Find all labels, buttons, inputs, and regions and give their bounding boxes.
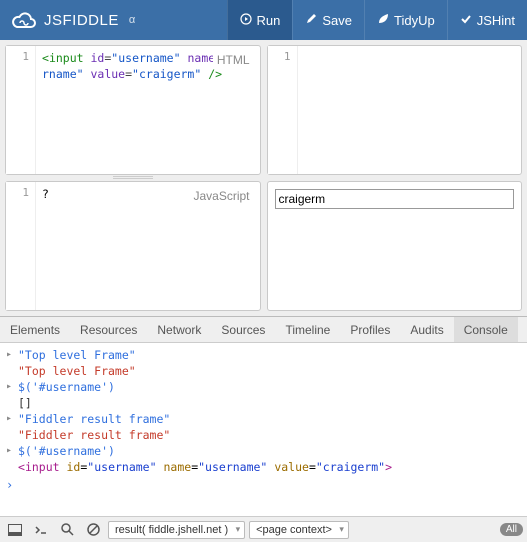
pane-drag-handle[interactable] <box>113 175 153 178</box>
console-line: "Fiddler result frame" <box>18 411 521 427</box>
tab-network[interactable]: Network <box>147 317 211 342</box>
devtools-tabs: Elements Resources Network Sources Timel… <box>0 317 527 343</box>
tab-console[interactable]: Console <box>454 317 518 342</box>
check-icon <box>460 13 472 28</box>
tab-resources[interactable]: Resources <box>70 317 147 342</box>
search-icon[interactable] <box>56 520 78 540</box>
js-gutter: 1 <box>6 182 36 310</box>
filter-badge[interactable]: All <box>500 523 523 536</box>
devtools-panel: Elements Resources Network Sources Timel… <box>0 316 527 499</box>
dock-icon[interactable] <box>4 520 26 540</box>
tab-profiles[interactable]: Profiles <box>340 317 400 342</box>
console-line: [] <box>18 395 521 411</box>
html-gutter: 1 <box>6 46 36 174</box>
brand-text: JSFIDDLE <box>44 12 119 29</box>
logo-block: JSFIDDLE α <box>0 11 147 29</box>
clear-icon[interactable] <box>82 520 104 540</box>
result-pane <box>267 181 523 311</box>
expand-icon[interactable]: ▸ <box>6 411 18 427</box>
expand-icon[interactable]: ▸ <box>6 443 18 459</box>
expand-icon[interactable]: ▸ <box>6 379 18 395</box>
toolbar: Run Save TidyUp JSHint <box>227 0 527 40</box>
js-pane-label: JavaScript <box>189 187 253 205</box>
console-prompt[interactable]: › <box>0 475 527 495</box>
tab-elements[interactable]: Elements <box>0 317 70 342</box>
context-selector[interactable]: <page context> <box>249 521 349 539</box>
username-input[interactable] <box>275 189 515 209</box>
console-line: $('#username') <box>18 379 521 395</box>
tidyup-label: TidyUp <box>394 13 435 28</box>
css-gutter: 1 <box>268 46 298 174</box>
save-button[interactable]: Save <box>292 0 364 40</box>
run-label: Run <box>257 13 281 28</box>
expand-icon[interactable]: ▸ <box>6 347 18 363</box>
js-pane[interactable]: 1 ? JavaScript <box>5 181 261 311</box>
html-pane-label: HTML <box>213 51 254 69</box>
tab-timeline[interactable]: Timeline <box>275 317 340 342</box>
console-line: "Fiddler result frame" <box>18 427 521 443</box>
console-line: <input id="username" name="username" val… <box>18 459 521 475</box>
tab-audits[interactable]: Audits <box>400 317 453 342</box>
cloud-logo-icon <box>12 11 36 29</box>
editor-panes: 1 <input id="username" name="username" v… <box>0 40 527 316</box>
css-pane[interactable]: 1 <box>267 45 523 175</box>
console-line: $('#username') <box>18 443 521 459</box>
pencil-icon <box>305 13 317 28</box>
console-line: "Top level Frame" <box>18 363 521 379</box>
app-header: JSFIDDLE α Run Save TidyUp JSHint <box>0 0 527 40</box>
tab-sources[interactable]: Sources <box>211 317 275 342</box>
play-icon <box>240 13 252 28</box>
frame-selector[interactable]: result( fiddle.jshell.net ) <box>108 521 245 539</box>
save-label: Save <box>322 13 352 28</box>
leaf-icon <box>377 13 389 28</box>
html-pane[interactable]: 1 <input id="username" name="username" v… <box>5 45 261 175</box>
css-code[interactable] <box>298 46 522 174</box>
devtools-status-bar: result( fiddle.jshell.net ) <page contex… <box>0 516 527 542</box>
console-toggle-icon[interactable] <box>30 520 52 540</box>
console-output[interactable]: ▸"Top level Frame" "Top level Frame" ▸$(… <box>0 343 527 499</box>
console-line: "Top level Frame" <box>18 347 521 363</box>
tidyup-button[interactable]: TidyUp <box>364 0 447 40</box>
run-button[interactable]: Run <box>227 0 293 40</box>
alpha-label: α <box>129 14 135 26</box>
jshint-button[interactable]: JSHint <box>447 0 527 40</box>
jshint-label: JSHint <box>477 13 515 28</box>
